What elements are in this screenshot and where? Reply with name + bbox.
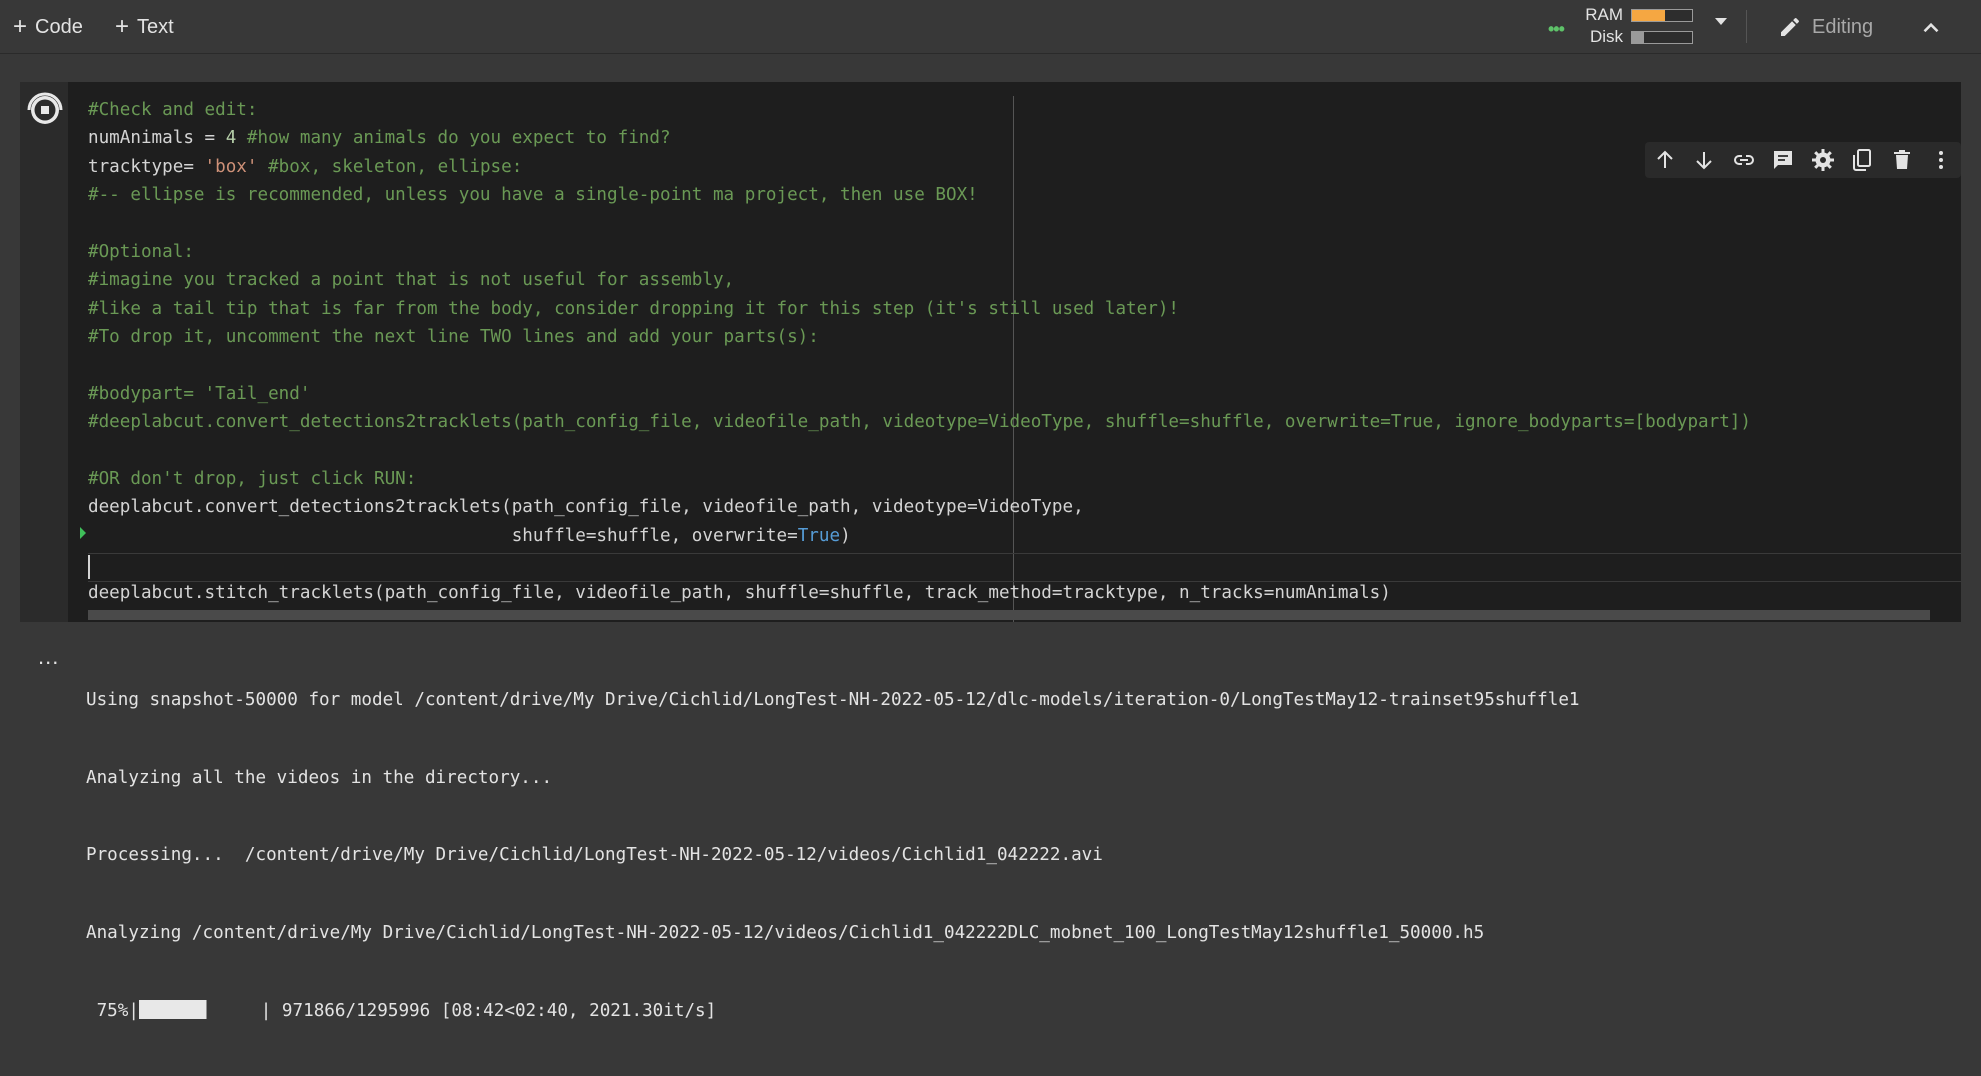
code-token: 4 [225, 128, 237, 149]
disk-label: Disk [1589, 27, 1623, 46]
editing-mode-button[interactable]: Editing [1778, 12, 1873, 42]
code-token: True [797, 525, 841, 546]
code-line: #OR don't drop, just click RUN: [88, 465, 1751, 493]
output-actions-icon[interactable]: ... [38, 644, 59, 670]
ram-usage-bar [1631, 9, 1693, 22]
code-line: #To drop it, uncomment the next line TWO… [88, 323, 1751, 351]
ram-label: RAM [1585, 5, 1623, 24]
output-text: Using snapshot-50000 for model /content/… [86, 636, 1580, 1076]
add-text-label: Text [137, 15, 174, 38]
link-icon[interactable] [1732, 148, 1756, 172]
stop-circle-icon[interactable] [27, 90, 63, 126]
code-token: #how many animals do you expect to find? [236, 128, 671, 149]
code-line: #Check and edit: [88, 96, 1751, 124]
code-line: numAnimals = 4 #how many animals do you … [88, 124, 1751, 152]
dropdown-arrow-icon[interactable] [1715, 18, 1727, 25]
progress-line: 75%| | 971866/1295996 [08:42<02:40, 2021… [86, 999, 1580, 1025]
ram-usage-fill [1632, 10, 1665, 21]
code-editor[interactable]: #Check and edit: numAnimals = 4 #how many… [88, 96, 1751, 607]
output-line: Analyzing /content/drive/My Drive/Cichli… [86, 922, 1485, 943]
code-token: #-- ellipse is recommended, unless you h… [88, 185, 978, 206]
code-line: tracktype= 'box' #box, skeleton, ellipse… [88, 153, 1751, 181]
code-token: shuffle=shuffle, overwrite= [88, 525, 798, 546]
add-code-label: Code [35, 15, 83, 38]
arrow-up-icon[interactable] [1653, 148, 1677, 172]
add-code-cell-button[interactable]: + Code [13, 13, 83, 41]
editing-label: Editing [1812, 15, 1874, 38]
pencil-icon [1781, 17, 1800, 36]
code-token: #deeplabcut.convert_detections2tracklets… [88, 412, 1751, 433]
settings-icon[interactable] [1811, 148, 1835, 172]
chevron-up-icon[interactable] [1918, 15, 1944, 41]
code-line: deeplabcut.stitch_tracklets(path_config_… [88, 579, 1751, 607]
notebook-toolbar: + Code + Text ••• RAM Disk Editing [0, 0, 1981, 54]
code-token: deeplabcut.stitch_tracklets(path_config_… [88, 582, 1391, 603]
output-line: Using snapshot-50000 for model /content/… [86, 689, 1580, 710]
disk-usage-fill [1632, 32, 1644, 43]
code-token: #OR don't drop, just click RUN: [88, 469, 417, 490]
code-token: deeplabcut.convert_detections2tracklets(… [88, 497, 1084, 518]
code-line: #-- ellipse is recommended, unless you h… [88, 181, 1751, 209]
code-token: #like a tail tip that is far from the bo… [88, 298, 1180, 319]
code-token: #Check and edit: [88, 100, 258, 120]
disk-usage-bar [1631, 31, 1693, 44]
code-line: #Optional: [88, 238, 1751, 266]
code-line: #bodypart= 'Tail_end' [88, 380, 1751, 408]
comment-icon[interactable] [1771, 148, 1795, 172]
arrow-down-icon[interactable] [1692, 148, 1716, 172]
connected-status-icon: ••• [1548, 19, 1565, 39]
code-token: #box, skeleton, ellipse: [257, 156, 523, 177]
toolbar-divider [1746, 10, 1747, 43]
code-token: numAnimals = [88, 128, 226, 149]
code-line: shuffle=shuffle, overwrite=True) [88, 522, 1751, 550]
fold-marker-icon[interactable] [80, 527, 86, 539]
code-token: ) [840, 525, 851, 546]
plus-icon: + [13, 13, 28, 40]
progress-stats: | 971866/1295996 [08:42<02:40, 2021.30it… [228, 1000, 717, 1021]
code-token: #Optional: [88, 241, 194, 262]
code-cell[interactable]: #Check and edit: numAnimals = 4 #how many… [20, 82, 1961, 622]
cell-gutter [20, 82, 68, 622]
progress-bar [138, 999, 229, 1019]
progress-percent: 75%| [86, 1000, 139, 1021]
code-line: #like a tail tip that is far from the bo… [88, 295, 1751, 323]
horizontal-scrollbar[interactable] [88, 610, 1930, 620]
cell-output: ... Using snapshot-50000 for model /cont… [20, 622, 1961, 1021]
code-token: 'box' [204, 156, 258, 177]
more-vert-icon[interactable] [1929, 148, 1953, 172]
code-token: #imagine you tracked a point that is not… [88, 270, 735, 291]
delete-icon[interactable] [1890, 148, 1914, 172]
code-line: #deeplabcut.convert_detections2tracklets… [88, 408, 1751, 436]
resource-monitor-button[interactable]: ••• RAM Disk [1543, 4, 1753, 48]
mirror-cell-icon[interactable] [1850, 148, 1874, 172]
code-line: deeplabcut.convert_detections2tracklets(… [88, 493, 1751, 521]
output-line: Processing... /content/drive/My Drive/Ci… [86, 845, 1103, 866]
add-text-cell-button[interactable]: + Text [115, 13, 174, 41]
plus-icon: + [115, 13, 130, 40]
output-line: Analyzing all the videos in the director… [86, 767, 553, 788]
code-token: #bodypart= 'Tail_end' [88, 383, 311, 404]
code-token: tracktype= [88, 156, 205, 177]
code-line: #imagine you tracked a point that is not… [88, 266, 1751, 294]
code-token: #To drop it, uncomment the next line TWO… [88, 327, 819, 348]
cell-toolbar [1645, 142, 1961, 178]
